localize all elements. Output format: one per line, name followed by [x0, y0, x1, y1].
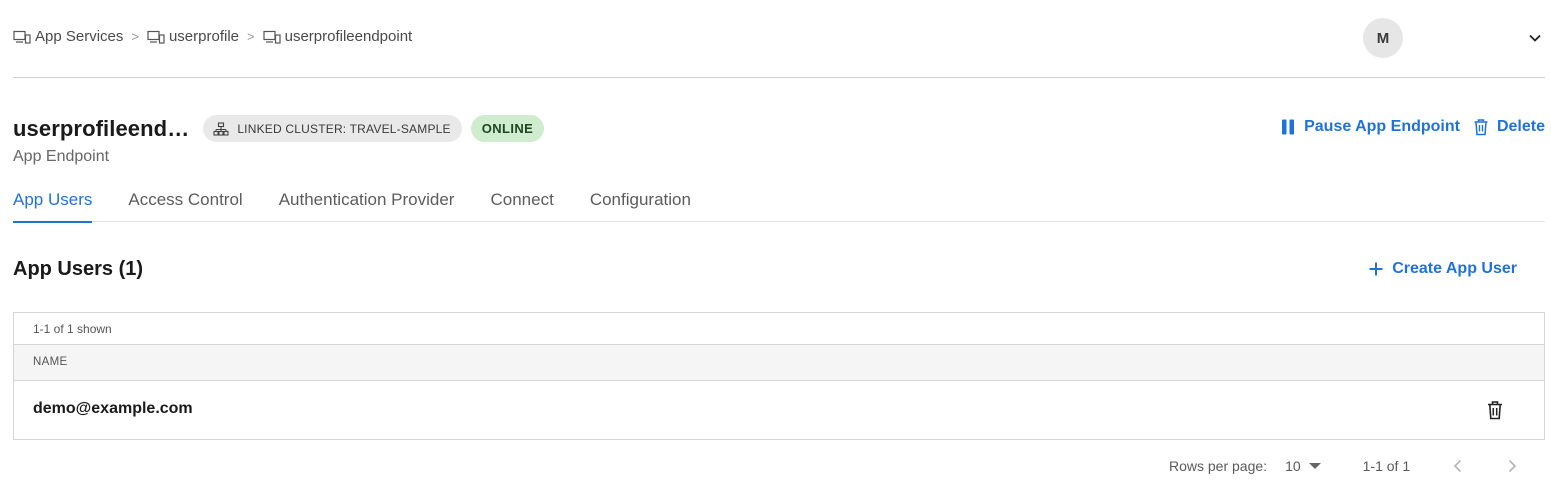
app-services-icon [147, 30, 165, 44]
avatar-initial: M [1376, 29, 1390, 47]
caret-down-icon [1308, 463, 1321, 469]
row-name[interactable]: demo@example.com [33, 400, 193, 418]
table-count: 1-1 of 1 shown [14, 313, 1544, 345]
header-actions: Pause App Endpoint Delete [1279, 118, 1545, 136]
linked-cluster-label: LINKED CLUSTER: TRAVEL-SAMPLE [237, 121, 451, 136]
app-services-icon [13, 30, 31, 44]
linked-cluster-badge: LINKED CLUSTER: TRAVEL-SAMPLE [203, 115, 462, 142]
breadcrumb-userprofileendpoint[interactable]: userprofileendpoint [263, 28, 413, 45]
tab-access-control[interactable]: Access Control [128, 186, 242, 222]
trash-icon[interactable] [1486, 400, 1504, 420]
chevron-left-icon[interactable] [1450, 458, 1466, 474]
pause-app-endpoint-label: Pause App Endpoint [1304, 118, 1460, 135]
pagination: Rows per page: 10 1-1 of 1 [1169, 458, 1520, 474]
breadcrumb-app-services[interactable]: App Services [13, 28, 123, 45]
avatar[interactable]: M [1363, 18, 1403, 58]
plus-icon [1369, 262, 1383, 276]
top-bar: App Services > userprofile > userprofile… [13, 0, 1545, 78]
delete-endpoint-button[interactable]: Delete [1472, 118, 1545, 136]
breadcrumb: App Services > userprofile > userprofile… [13, 28, 412, 45]
tab-connect[interactable]: Connect [490, 186, 553, 222]
rows-per-page-label: Rows per page: [1169, 458, 1268, 474]
breadcrumb-userprofile[interactable]: userprofile [147, 28, 239, 45]
tab-bar: App Users Access Control Authentication … [13, 186, 1545, 223]
chevron-right-icon[interactable] [1504, 458, 1520, 474]
chevron-down-icon[interactable] [1527, 30, 1543, 46]
column-header-name[interactable]: NAME [33, 356, 67, 368]
table-row[interactable]: demo@example.com [14, 381, 1544, 439]
pause-app-endpoint-button[interactable]: Pause App Endpoint [1279, 118, 1460, 136]
rows-per-page-value: 10 [1285, 458, 1301, 474]
breadcrumb-label: userprofileendpoint [284, 28, 413, 45]
breadcrumb-separator: > [131, 29, 139, 44]
pause-icon [1282, 119, 1295, 135]
page-range: 1-1 of 1 [1362, 458, 1411, 474]
breadcrumb-label: userprofile [168, 28, 240, 45]
trash-icon [1474, 119, 1488, 136]
page-title: userprofileend… [13, 115, 190, 141]
tab-authentication-provider[interactable]: Authentication Provider [279, 186, 455, 222]
create-app-user-button[interactable]: Create App User [1368, 260, 1517, 278]
tab-configuration[interactable]: Configuration [590, 186, 691, 222]
section-title: App Users (1) [13, 258, 144, 280]
title-row: userprofileend… LINKED CLUSTER: TRAVEL-S… [13, 115, 545, 142]
breadcrumb-label: App Services [35, 28, 124, 45]
app-users-table: 1-1 of 1 shown NAME demo@example.com [13, 312, 1545, 440]
table-header: NAME [14, 345, 1544, 381]
breadcrumb-separator: > [247, 29, 255, 44]
rows-per-page-select[interactable]: 10 [1285, 458, 1321, 474]
tab-app-users[interactable]: App Users [13, 186, 93, 223]
delete-label: Delete [1496, 118, 1545, 135]
page-subtitle: App Endpoint [13, 148, 110, 165]
status-badge: ONLINE [470, 115, 545, 142]
app-services-icon [263, 30, 281, 44]
create-app-user-label: Create App User [1392, 260, 1517, 277]
cluster-icon [213, 121, 229, 136]
